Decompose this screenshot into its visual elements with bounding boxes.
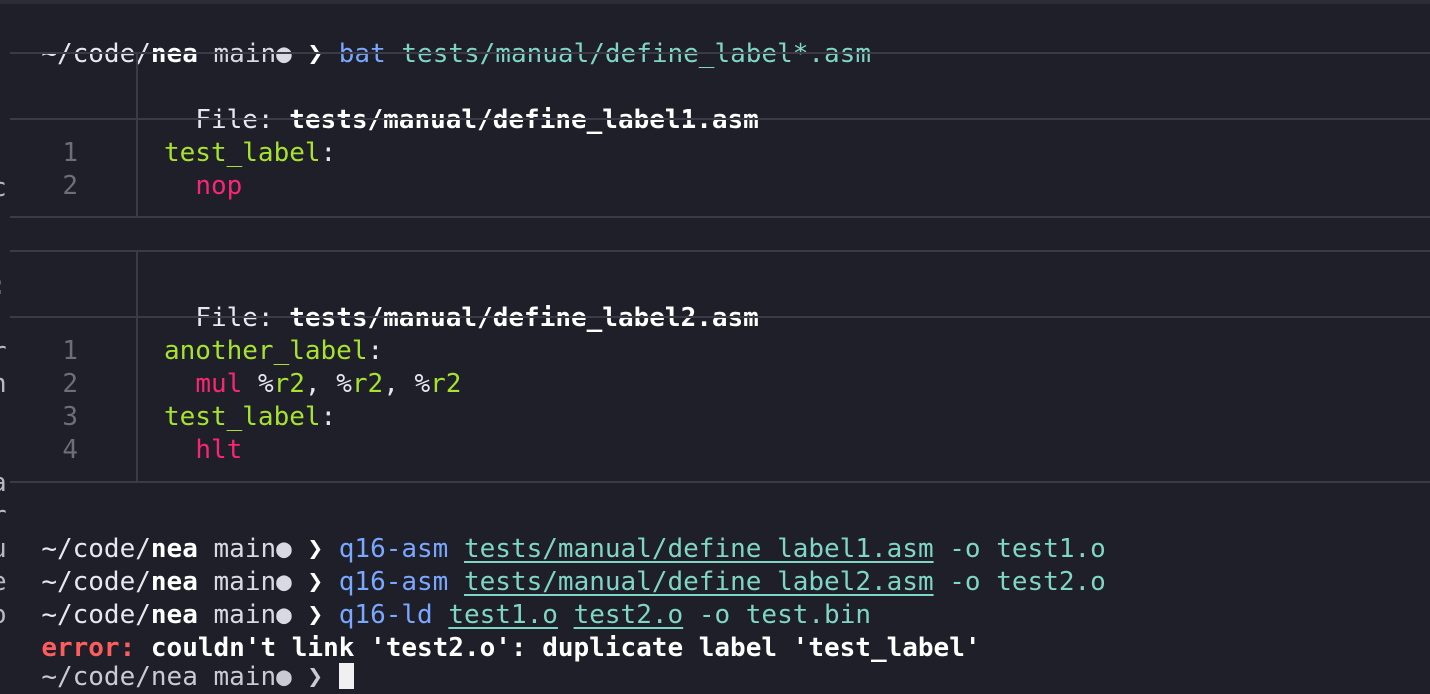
cursor-block	[338, 663, 354, 689]
terminal-line-bat: ~/code/nea main● ❯ bat tests/manual/defi…	[10, 5, 871, 69]
code-line: test_label:	[164, 401, 336, 434]
line-number: 1	[62, 336, 78, 366]
edge-char: r	[0, 336, 7, 368]
file-label: File:	[195, 105, 290, 135]
prompt-arrow: ❯	[291, 39, 339, 69]
file2-bottom-border	[10, 481, 1430, 483]
prompt-branch: main	[197, 39, 277, 69]
edge-char: c	[0, 172, 7, 204]
command-args: tests/manual/define_label*.asm	[401, 39, 871, 69]
terminal-line-ld: ~/code/nea main● ❯ q16-ld test1.o test2.…	[10, 566, 871, 630]
terminal-line-asm2: ~/code/nea main● ❯ q16-asm tests/manual/…	[10, 533, 1106, 597]
file2-header: File: tests/manual/define_label2.asm	[164, 269, 759, 335]
code-line: hlt	[164, 434, 242, 467]
edge-char: o	[0, 599, 7, 631]
edge-char: n	[0, 368, 7, 400]
instruction-token: nop	[195, 171, 243, 201]
line-number: 3	[62, 402, 78, 432]
file1-gutter-divider	[136, 54, 138, 216]
window-top-border	[0, 0, 1430, 4]
register-token: r2	[430, 369, 462, 399]
colon-token: :	[320, 138, 337, 168]
line-number: 1	[62, 138, 78, 168]
terminal-line-asm1: ~/code/nea main● ❯ q16-asm tests/manual/…	[10, 500, 1106, 564]
command-name: bat	[338, 39, 386, 69]
file1-top-border	[10, 52, 1430, 54]
file2-top-border	[10, 250, 1430, 252]
left-edge-overlap: c : | r n a r u e o	[0, 0, 9, 640]
register-sigil: %	[414, 369, 431, 399]
file-name: tests/manual/define_label2.asm	[289, 303, 759, 333]
edge-char: |	[0, 302, 7, 334]
line-number: 2	[62, 369, 78, 399]
label-token: another_label	[164, 336, 368, 366]
file1-header-border	[10, 118, 1430, 120]
output-arg: test2.o	[996, 567, 1106, 597]
file2-header-border	[10, 316, 1430, 318]
instruction-token: hlt	[195, 435, 243, 465]
register-token: r2	[273, 369, 305, 399]
file1-header: File: tests/manual/define_label1.asm	[164, 71, 759, 137]
code-line: test_label:	[164, 137, 336, 170]
prompt-dir: nea	[150, 39, 198, 69]
prompt-dirty-dot: ●	[276, 39, 292, 69]
code-line: nop	[164, 170, 242, 203]
instruction-token: mul	[195, 369, 243, 399]
edge-char: a	[0, 467, 7, 499]
file-name: tests/manual/define_label1.asm	[289, 105, 759, 135]
edge-char: :	[0, 270, 7, 302]
prompt-partial: ~/code/nea main● ❯	[41, 662, 339, 692]
edge-char: e	[0, 566, 7, 598]
label-token: test_label	[164, 138, 321, 168]
colon-token: :	[367, 336, 384, 366]
colon-token: :	[320, 402, 337, 432]
code-line: another_label:	[164, 335, 383, 368]
edge-char: u	[0, 533, 7, 565]
register-token: r2	[351, 369, 384, 399]
line-number: 4	[62, 435, 78, 465]
separator-token: ,	[304, 369, 337, 399]
separator-token: ,	[383, 369, 415, 399]
register-sigil: %	[257, 369, 274, 399]
file2-gutter-divider	[136, 252, 138, 482]
register-sigil: %	[336, 369, 352, 399]
code-line: mul %r2, %r2, %r2	[164, 368, 461, 401]
line-number: 2	[62, 171, 78, 201]
flag-arg: -o	[949, 567, 981, 597]
label-token: test_label	[164, 402, 321, 432]
file-label: File:	[195, 303, 290, 333]
file1-bottom-border	[10, 216, 1430, 218]
prompt-path: ~/code/	[41, 39, 151, 69]
terminal-line-prompt-cut[interactable]: ~/code/nea main● ❯	[10, 628, 354, 692]
edge-char: r	[0, 500, 7, 532]
